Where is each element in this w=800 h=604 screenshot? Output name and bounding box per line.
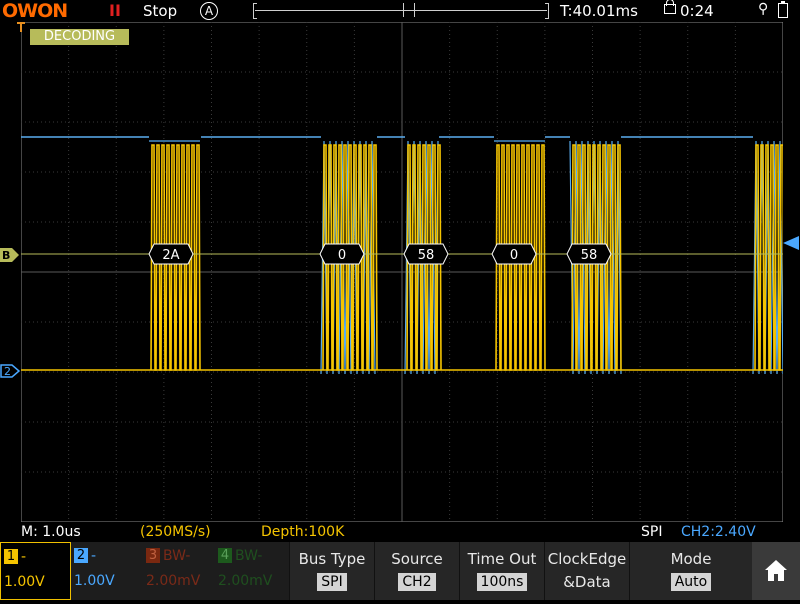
bus-type-menu-button[interactable]: Bus Type SPI	[289, 542, 374, 600]
usb-icon: ⚲	[758, 1, 769, 17]
ch3-bandwidth: BW-	[163, 548, 191, 564]
sample-rate-readout: (250MS/s)	[140, 524, 211, 540]
svg-text:0: 0	[338, 248, 346, 263]
clock-edge-value: &Data	[563, 573, 611, 591]
svg-text:58: 58	[581, 248, 598, 263]
memory-bar-left-end	[253, 3, 257, 19]
trigger-time-readout: T:40.01ms	[560, 2, 638, 20]
protocol-readout: SPI	[641, 524, 663, 540]
timeout-value: 100ns	[476, 573, 528, 591]
mode-label: Mode	[670, 550, 712, 568]
ch4-number: 4	[218, 548, 232, 563]
acquisition-status-bar: M: 1.0us (250MS/s) Depth:100K SPI CH2:2.…	[0, 522, 800, 542]
timeout-label: Time Out	[467, 550, 537, 568]
ch3-panel[interactable]: 3 BW- 2.00mV	[143, 542, 215, 600]
timebase-readout: M: 1.0us	[21, 524, 81, 540]
clock-readout: 0:24	[680, 2, 714, 20]
home-button[interactable]	[752, 542, 800, 600]
waveform-display[interactable]: 2A 0 58 0 58	[21, 22, 783, 522]
ch2-panel[interactable]: 2 - 1.00V	[71, 542, 143, 600]
svg-text:58: 58	[418, 248, 435, 263]
top-status-bar: OWON II Stop A T:40.01ms 0:24 ⚲	[0, 0, 800, 22]
battery-icon	[778, 1, 788, 18]
ch2-number: 2	[74, 548, 88, 563]
clock-edge-menu-button[interactable]: ClockEdge &Data	[544, 542, 629, 600]
memory-position-bar[interactable]	[253, 3, 549, 19]
decoded-byte-label: 58	[403, 243, 449, 265]
ch4-panel[interactable]: 4 BW- 2.00mV	[215, 542, 287, 600]
home-icon	[765, 560, 787, 581]
ch1-bandwidth: -	[21, 549, 27, 565]
pause-icon[interactable]: II	[109, 0, 121, 22]
ch2-bandwidth: -	[91, 548, 97, 564]
bus-type-label: Bus Type	[298, 550, 366, 568]
svg-text:B: B	[2, 249, 10, 262]
ch2-level-marker[interactable]: 2	[0, 364, 20, 378]
svg-text:2: 2	[4, 365, 11, 378]
run-state-label: Stop	[143, 2, 178, 20]
memory-depth-readout: Depth:100K	[261, 524, 345, 540]
trigger-mode-icon: A	[200, 2, 218, 20]
trigger-level-readout: CH2:2.40V	[681, 524, 756, 540]
decoded-byte-label: 58	[566, 243, 612, 265]
trigger-position-marker	[17, 22, 25, 32]
ch1-panel[interactable]: 1 - 1.00V	[0, 542, 71, 600]
owon-logo: OWON	[2, 0, 68, 22]
decoded-byte-label: 0	[491, 243, 537, 265]
ch4-volts-div: 2.00mV	[218, 573, 273, 589]
memory-bar-line	[255, 10, 547, 11]
ch1-volts-div: 1.00V	[4, 574, 45, 590]
bottom-menu-bar: 1 - 1.00V 2 - 1.00V 3 BW- 2.00mV 4 BW- 2…	[0, 542, 800, 600]
decoded-byte-label: 0	[319, 243, 365, 265]
svg-text:2A: 2A	[162, 248, 179, 263]
ch1-number: 1	[4, 549, 18, 564]
ch3-volts-div: 2.00mV	[146, 573, 201, 589]
bus-type-value: SPI	[317, 573, 347, 591]
trigger-level-arrow[interactable]	[783, 236, 800, 250]
mode-value: Auto	[670, 573, 712, 591]
ch4-bandwidth: BW-	[235, 548, 263, 564]
svg-text:0: 0	[510, 248, 518, 263]
ch2-volts-div: 1.00V	[74, 573, 115, 589]
mode-menu-button[interactable]: Mode Auto	[629, 542, 752, 600]
bus-b-marker[interactable]: B	[0, 248, 20, 262]
lock-icon	[664, 0, 676, 14]
source-menu-button[interactable]: Source CH2	[374, 542, 459, 600]
ch3-number: 3	[146, 548, 160, 563]
source-value: CH2	[398, 573, 436, 591]
memory-view-window[interactable]	[403, 3, 415, 17]
source-label: Source	[391, 550, 443, 568]
memory-bar-right-end	[545, 3, 549, 19]
timeout-menu-button[interactable]: Time Out 100ns	[459, 542, 544, 600]
decoded-byte-label: 2A	[148, 243, 194, 265]
clock-edge-label: ClockEdge	[547, 550, 627, 568]
decoding-indicator: DECODING	[30, 29, 129, 45]
